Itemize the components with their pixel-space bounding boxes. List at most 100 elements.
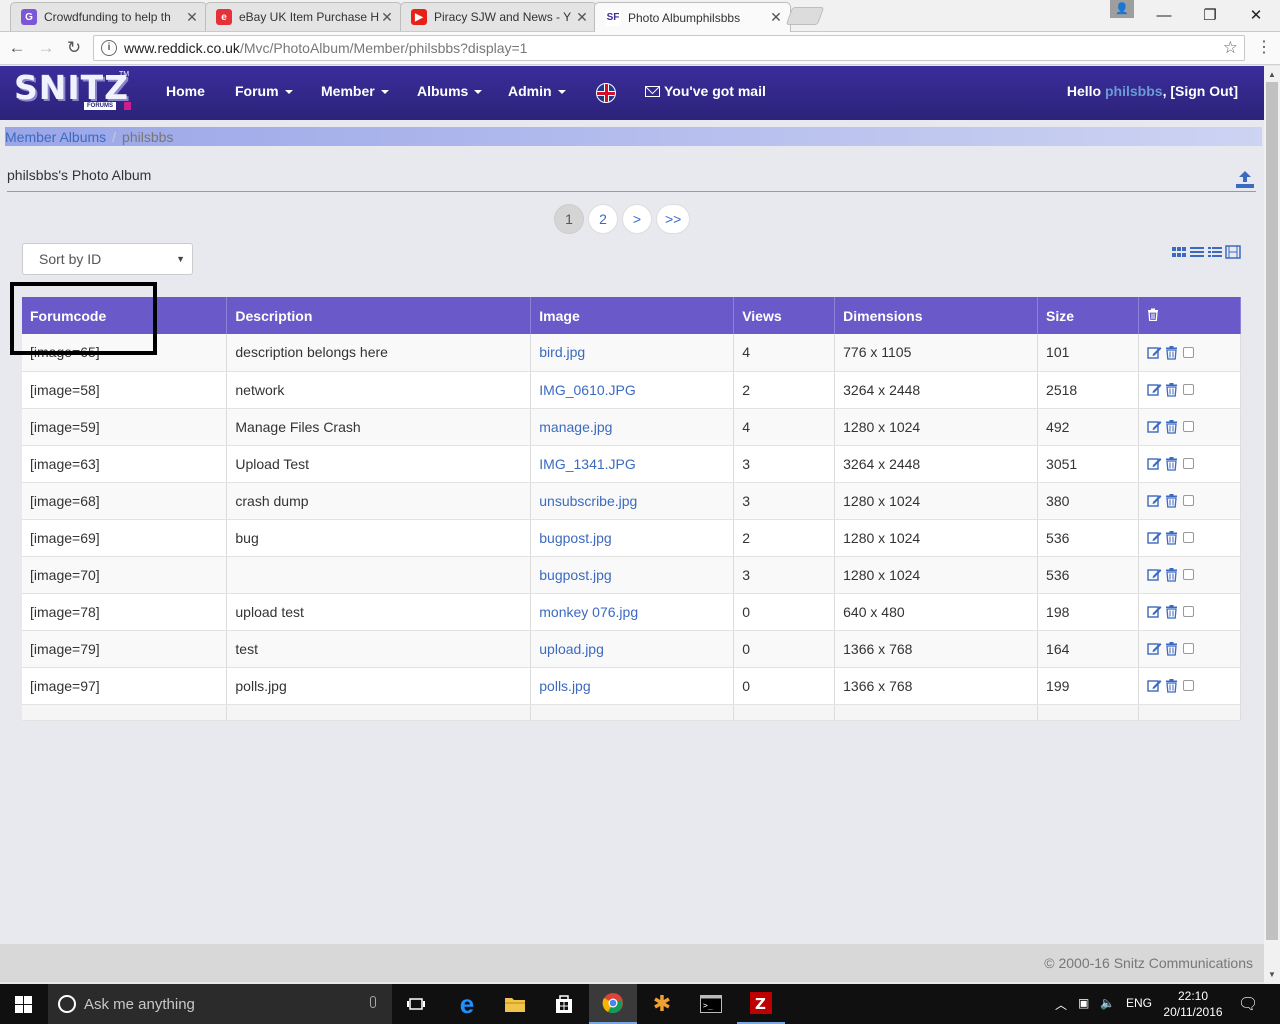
nav-forum[interactable]: Forum [235,83,293,99]
chrome-menu-icon[interactable]: ⋮ [1256,37,1272,57]
cortana-search[interactable]: Ask me anything [48,984,392,1024]
info-icon[interactable]: i [101,40,117,56]
tab-close-icon[interactable]: ✕ [768,9,784,26]
image-link[interactable]: bird.jpg [530,334,735,372]
restore-icon[interactable]: ❐ [1187,0,1233,30]
edit-icon[interactable] [1147,382,1162,397]
col-forumcode[interactable]: Forumcode [22,297,228,334]
browser-tab-photo-album[interactable]: SF Photo Albumphilsbbs ✕ [594,2,791,32]
tab-close-icon[interactable]: ✕ [379,9,395,26]
trash-icon[interactable] [1164,382,1179,397]
page-scrollbar[interactable]: ▲ ▼ [1264,66,1280,984]
row-select-checkbox[interactable] [1183,532,1194,543]
nav-admin[interactable]: Admin [508,83,566,99]
close-window-icon[interactable]: ✕ [1233,0,1279,30]
edit-icon[interactable] [1147,345,1162,360]
url-text[interactable]: www.reddick.co.uk/Mvc/PhotoAlbum/Member/… [124,40,527,56]
row-select-checkbox[interactable] [1183,458,1194,469]
edit-icon[interactable] [1147,530,1162,545]
row-select-checkbox[interactable] [1183,421,1194,432]
image-link[interactable]: IMG_0610.JPG [530,371,735,409]
next-page-button[interactable]: > [622,204,652,234]
row-select-checkbox[interactable] [1183,495,1194,506]
clock[interactable]: 22:10 20/11/2016 [1160,988,1226,1020]
task-view-icon[interactable] [392,984,440,1024]
nav-albums[interactable]: Albums [417,83,483,99]
detail-list-icon[interactable] [1207,244,1223,260]
windows-start-icon[interactable] [15,996,32,1013]
username-link[interactable]: philsbbs [1105,83,1163,99]
address-bar[interactable]: i www.reddick.co.uk/Mvc/PhotoAlbum/Membe… [93,35,1245,61]
scroll-thumb[interactable] [1266,82,1278,940]
image-link[interactable]: upload.jpg [530,630,735,668]
film-strip-icon[interactable] [1225,244,1241,260]
col-dimensions[interactable]: Dimensions [834,297,1039,334]
page-1-button[interactable]: 1 [554,204,584,234]
image-link[interactable]: monkey 076.jpg [530,593,735,631]
sort-select[interactable]: Sort by ID ▼ [22,243,193,275]
edit-icon[interactable] [1147,456,1162,471]
col-image[interactable]: Image [530,297,735,334]
minimize-icon[interactable]: — [1141,0,1187,30]
language-indicator[interactable]: ENG [1126,996,1152,1010]
edit-icon[interactable] [1147,641,1162,656]
back-icon[interactable]: ← [6,37,28,59]
tab-close-icon[interactable]: ✕ [574,9,590,26]
row-select-checkbox[interactable] [1183,569,1194,580]
browser-tab-youtube[interactable]: ▶ Piracy SJW and News - Y ✕ [400,2,597,31]
trash-icon[interactable] [1164,456,1179,471]
forward-icon[interactable]: → [35,37,57,59]
notifications-icon[interactable]: 🗨 [1238,994,1258,1014]
mail-link[interactable]: You've got mail [645,83,766,99]
col-views[interactable]: Views [733,297,836,334]
settings-gear-icon[interactable]: ✱ [638,984,686,1024]
reload-icon[interactable]: ↻ [63,37,85,59]
nav-home[interactable]: Home [166,83,205,99]
trash-icon[interactable] [1164,604,1179,619]
edit-icon[interactable] [1147,678,1162,693]
trash-icon[interactable] [1164,641,1179,656]
filezilla-icon[interactable]: Z [737,984,785,1024]
signout-link[interactable]: , [Sign Out] [1163,83,1238,99]
image-link[interactable]: polls.jpg [530,667,735,705]
edge-icon[interactable]: e [443,984,491,1024]
col-delete[interactable] [1138,297,1241,334]
upload-icon[interactable] [1235,169,1255,189]
row-select-checkbox[interactable] [1183,643,1194,654]
microphone-icon[interactable] [370,996,376,1008]
trash-icon[interactable] [1164,345,1179,360]
scroll-up-icon[interactable]: ▲ [1268,70,1276,79]
last-page-button[interactable]: >> [656,204,691,234]
trash-icon[interactable] [1164,530,1179,545]
col-description[interactable]: Description [226,297,532,334]
trash-icon[interactable] [1147,308,1159,321]
image-link[interactable]: manage.jpg [530,408,735,446]
chrome-taskbar-icon[interactable] [589,984,637,1024]
command-prompt-icon[interactable]: >_ [687,984,735,1024]
network-icon[interactable]: ▣ [1078,996,1089,1010]
image-link[interactable]: bugpost.jpg [530,556,735,594]
file-explorer-icon[interactable] [491,984,539,1024]
col-size[interactable]: Size [1037,297,1139,334]
trash-icon[interactable] [1164,419,1179,434]
profile-icon[interactable]: 👤 [1110,0,1134,18]
trash-icon[interactable] [1164,678,1179,693]
row-select-checkbox[interactable] [1183,680,1194,691]
breadcrumb-member-albums[interactable]: Member Albums [5,129,106,145]
scroll-down-icon[interactable]: ▼ [1268,970,1276,979]
image-link[interactable]: bugpost.jpg [530,519,735,557]
new-tab-button[interactable] [785,7,825,25]
browser-tab-ebay[interactable]: e eBay UK Item Purchase H ✕ [205,2,402,31]
edit-icon[interactable] [1147,567,1162,582]
image-link[interactable]: IMG_1341.JPG [530,445,735,483]
bookmark-star-icon[interactable]: ☆ [1223,38,1238,58]
tab-close-icon[interactable]: ✕ [184,9,200,26]
volume-icon[interactable]: 🔈 [1100,996,1115,1010]
edit-icon[interactable] [1147,419,1162,434]
trash-icon[interactable] [1164,567,1179,582]
nav-member[interactable]: Member [321,83,389,99]
row-select-checkbox[interactable] [1183,384,1194,395]
edit-icon[interactable] [1147,604,1162,619]
row-select-checkbox[interactable] [1183,606,1194,617]
tray-chevron-icon[interactable]: ︿ [1055,996,1067,1013]
